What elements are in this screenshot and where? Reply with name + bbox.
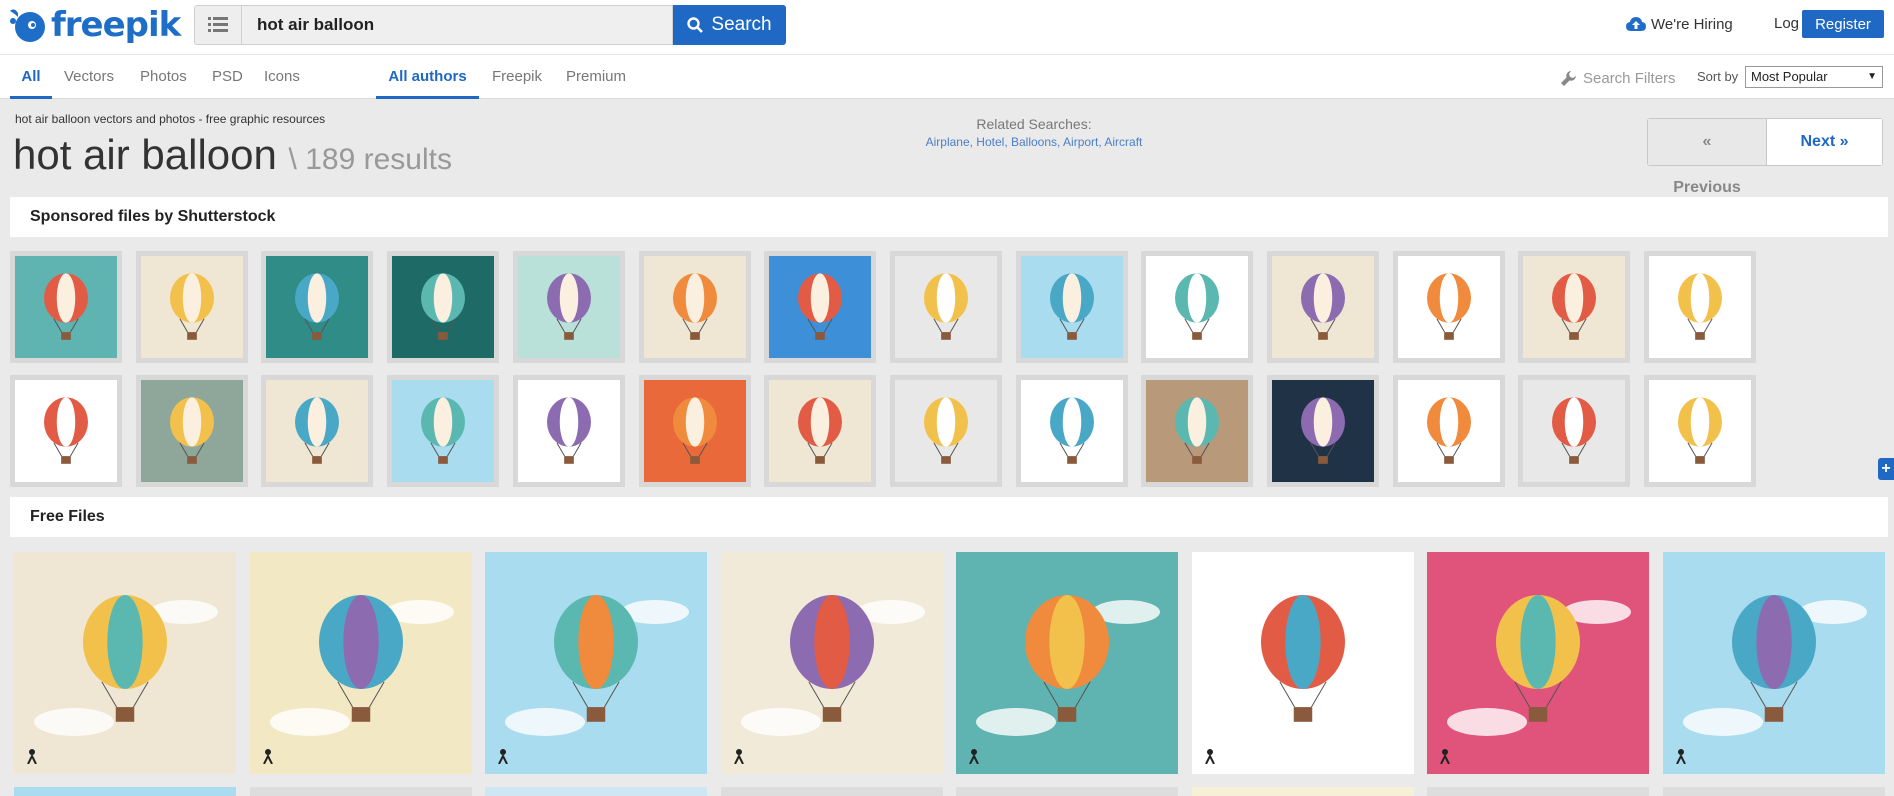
free-file-card[interactable] — [485, 787, 707, 796]
sponsored-thumbnail[interactable] — [1644, 375, 1757, 487]
free-file-card[interactable] — [956, 552, 1178, 774]
hiring-link[interactable]: We're Hiring — [1626, 12, 1733, 36]
page-title: hot air balloon \ 189 results — [13, 131, 452, 179]
designer-icon — [969, 749, 979, 764]
sponsored-thumbnail[interactable] — [638, 251, 751, 363]
search-filters-button[interactable]: Search Filters — [1560, 67, 1676, 89]
sponsored-thumbnail[interactable] — [512, 375, 625, 487]
free-file-card[interactable] — [249, 552, 472, 774]
tab-icons[interactable]: Icons — [264, 55, 300, 99]
sponsored-thumbnail[interactable] — [1015, 251, 1128, 363]
free-file-card[interactable] — [1662, 787, 1885, 796]
tab-premium[interactable]: Premium — [566, 55, 626, 99]
hiring-label: We're Hiring — [1651, 15, 1733, 33]
sponsored-thumbnail[interactable] — [1267, 251, 1379, 363]
sponsored-thumbnail[interactable] — [889, 375, 1002, 487]
designer-icon — [1204, 749, 1215, 764]
free-files-header: Free Files — [10, 497, 1888, 537]
free-file-card[interactable] — [956, 787, 1178, 796]
sponsored-thumbnail[interactable] — [1141, 251, 1254, 363]
sponsored-thumbnail[interactable] — [135, 375, 248, 487]
sponsored-thumbnail[interactable] — [1392, 251, 1505, 363]
sponsored-thumbnail[interactable] — [512, 251, 625, 363]
top-bar: freepik Search We're Hiring Log in Regis… — [0, 0, 1894, 54]
tab-psd[interactable]: PSD — [212, 55, 243, 99]
free-file-card[interactable] — [1191, 552, 1414, 774]
sponsored-thumbnail[interactable] — [889, 251, 1002, 363]
results-count: \ 189 results — [288, 143, 452, 176]
sponsored-thumbnail[interactable] — [1518, 375, 1631, 487]
related-searches: Related Searches: Airplane, Hotel, Ballo… — [900, 116, 1168, 149]
tab-photos[interactable]: Photos — [140, 55, 187, 99]
sponsored-thumbnail[interactable] — [1518, 251, 1631, 363]
logo-text: freepik — [51, 5, 181, 45]
filter-bar: All Vectors Photos PSD Icons All authors… — [0, 54, 1894, 99]
tab-freepik[interactable]: Freepik — [492, 55, 542, 99]
designer-icon — [498, 749, 508, 764]
results-subtitle: hot air balloon vectors and photos - fre… — [15, 112, 326, 126]
designer-icon — [1675, 749, 1686, 764]
sponsored-header: Sponsored files by Shutterstock — [10, 197, 1888, 237]
sponsored-thumbnail[interactable] — [1392, 375, 1505, 487]
previous-button[interactable]: « Previous — [1648, 119, 1767, 196]
search-filters-label: Search Filters — [1583, 69, 1676, 87]
free-file-card[interactable] — [1427, 787, 1649, 796]
sponsored-thumbnail[interactable] — [1267, 375, 1379, 487]
free-file-card[interactable] — [14, 787, 236, 796]
wrench-icon — [1561, 70, 1576, 86]
sponsored-thumbnail[interactable] — [1644, 251, 1757, 363]
designer-icon — [1440, 749, 1450, 764]
sponsored-thumbnail[interactable] — [387, 375, 500, 487]
search-button[interactable]: Search — [673, 5, 786, 45]
pagination: « Previous Next » — [1647, 118, 1883, 196]
search-icon — [687, 17, 704, 33]
search-input[interactable] — [242, 5, 673, 45]
sponsored-thumbnail[interactable] — [638, 375, 751, 487]
sort-value: Most Popular — [1751, 69, 1828, 84]
sponsored-thumbnail[interactable] — [261, 251, 374, 363]
free-file-card[interactable] — [14, 552, 236, 774]
side-add-button[interactable]: + — [1878, 458, 1894, 480]
sponsored-thumbnail[interactable] — [764, 251, 877, 363]
sponsored-thumbnail[interactable] — [1141, 375, 1254, 487]
next-button[interactable]: Next » — [1767, 119, 1882, 165]
related-label: Related Searches: — [976, 116, 1092, 132]
sponsored-thumbnail[interactable] — [10, 251, 122, 363]
menu-button[interactable] — [194, 5, 242, 45]
logo-icon — [10, 9, 45, 42]
sponsored-thumbnail[interactable] — [764, 375, 877, 487]
search-button-label: Search — [711, 14, 772, 35]
tab-all-authors[interactable]: All authors — [376, 55, 479, 99]
hamburger-icon — [208, 17, 228, 32]
free-file-card[interactable] — [1662, 552, 1885, 774]
sponsored-thumbnail[interactable] — [1015, 375, 1128, 487]
designer-icon — [733, 749, 744, 764]
sort-label: Sort by — [1697, 69, 1739, 84]
tab-vectors[interactable]: Vectors — [64, 55, 114, 99]
designer-icon — [27, 749, 37, 764]
sponsored-thumbnail[interactable] — [387, 251, 500, 363]
page-title-text: hot air balloon — [13, 131, 277, 178]
sort-select[interactable]: Most Popular ▼ — [1745, 66, 1883, 88]
designer-icon — [262, 749, 273, 764]
free-file-card[interactable] — [720, 787, 943, 796]
free-file-card[interactable] — [1427, 552, 1649, 774]
caret-down-icon: ▼ — [1867, 71, 1877, 82]
related-links[interactable]: Airplane, Hotel, Balloons, Airport, Airc… — [900, 135, 1168, 149]
free-file-card[interactable] — [249, 787, 472, 796]
free-file-card[interactable] — [720, 552, 943, 774]
sponsored-thumbnail[interactable] — [135, 251, 248, 363]
tab-all[interactable]: All — [10, 55, 52, 99]
sponsored-thumbnail[interactable] — [261, 375, 374, 487]
free-file-card[interactable] — [485, 552, 707, 774]
register-button[interactable]: Register — [1802, 10, 1884, 38]
cloud-upload-icon — [1626, 17, 1646, 31]
free-file-card[interactable] — [1191, 787, 1414, 796]
sponsored-thumbnail[interactable] — [10, 375, 122, 487]
freepik-logo[interactable]: freepik — [8, 4, 181, 46]
